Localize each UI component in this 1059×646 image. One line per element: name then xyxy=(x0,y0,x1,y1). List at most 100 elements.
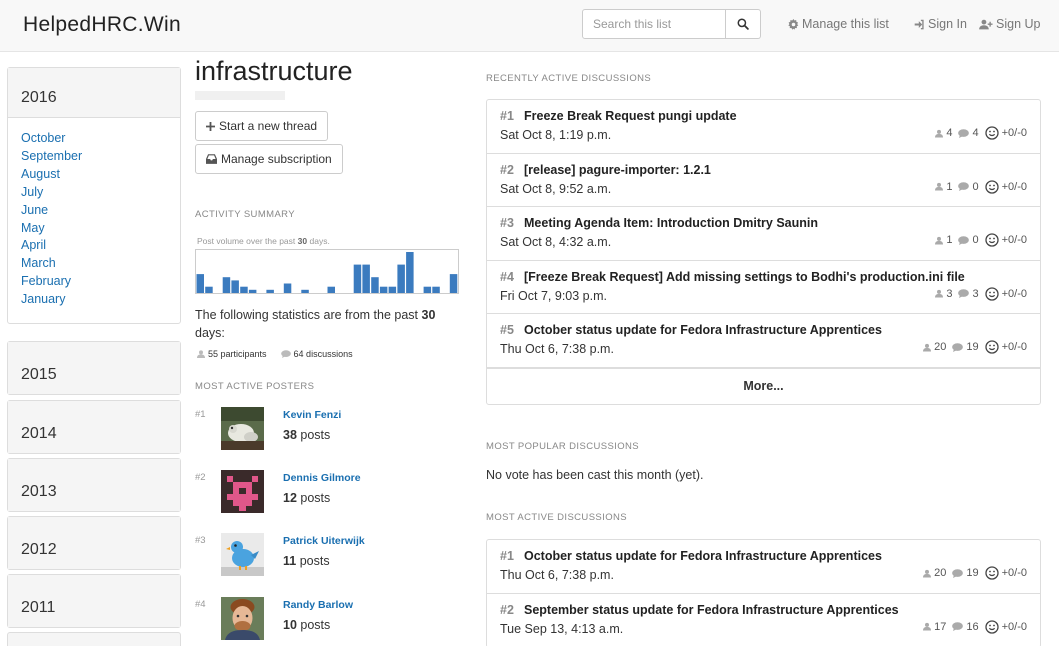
year-panel-closed[interactable]: 2011 xyxy=(7,574,181,628)
thread-subject[interactable]: Meeting Agenda Item: Introduction Dmitry… xyxy=(524,216,818,230)
month-link[interactable]: July xyxy=(21,184,167,202)
poster-name[interactable]: Patrick Uiterwijk xyxy=(283,535,365,547)
thread-stats: 20 19 +0/-0 xyxy=(923,566,1027,580)
poster-rank: #1 xyxy=(195,409,206,420)
start-thread-button[interactable]: Start a new thread xyxy=(195,111,329,141)
more-threads-button[interactable]: More... xyxy=(487,367,1040,404)
smile-icon xyxy=(984,179,999,194)
search-icon xyxy=(737,18,749,30)
month-link[interactable]: February xyxy=(21,273,167,291)
month-link[interactable]: May xyxy=(21,220,167,238)
year-panel-closed[interactable]: 2012 xyxy=(7,516,181,570)
brand-logo[interactable]: HelpedHRC.Win xyxy=(23,13,181,37)
month-link[interactable]: June xyxy=(21,202,167,220)
thread-date: Sat Oct 8, 9:52 a.m. xyxy=(500,181,612,196)
thread-rank: #2 xyxy=(500,162,514,177)
thread-row[interactable]: #1 October status update for Fedora Infr… xyxy=(487,540,1040,594)
vote-count: +0/-0 xyxy=(1001,180,1027,193)
chart-caption: Post volume over the past 30 days. xyxy=(197,236,330,246)
no-vote-message: No vote has been cast this month (yet). xyxy=(486,468,704,482)
thread-date: Thu Oct 6, 7:38 p.m. xyxy=(500,568,614,582)
post-count: 38 xyxy=(283,428,297,442)
vote-count: +0/-0 xyxy=(1001,620,1027,633)
search-input[interactable] xyxy=(582,9,726,39)
vote-count: +0/-0 xyxy=(1001,341,1027,354)
year-label: 2011 xyxy=(21,599,56,616)
avatar xyxy=(221,533,264,576)
thread-subject[interactable]: [release] pagure-importer: 1.2.1 xyxy=(524,163,711,177)
thread-row[interactable]: #1 Freeze Break Request pungi update Sat… xyxy=(487,100,1040,154)
month-list: October September August July June May A… xyxy=(8,118,180,323)
gear-icon xyxy=(788,18,799,30)
replies-count: 0 xyxy=(972,180,979,193)
year-panel-closed[interactable]: 2013 xyxy=(7,458,181,512)
replies-count: 4 xyxy=(972,127,979,139)
search-form xyxy=(582,9,761,39)
post-count: 12 xyxy=(283,491,297,505)
comment-icon xyxy=(958,182,970,192)
thread-row[interactable]: #2 [release] pagure-importer: 1.2.1 Sat … xyxy=(487,154,1040,208)
year-heading[interactable]: 2016 xyxy=(8,68,180,118)
manage-subscription-button[interactable]: Manage subscription xyxy=(195,144,343,174)
poster-name[interactable]: Kevin Fenzi xyxy=(283,409,341,421)
poster-name[interactable]: Randy Barlow xyxy=(283,599,353,611)
month-link[interactable]: March xyxy=(21,255,167,273)
user-icon xyxy=(923,343,932,352)
thread-stats: 20 19 +0/-0 xyxy=(923,340,1027,355)
thread-row[interactable]: #4 [Freeze Break Request] Add missing se… xyxy=(487,261,1040,315)
year-panel-closed[interactable]: 2014 xyxy=(7,400,181,454)
thread-rank: #1 xyxy=(500,549,514,563)
plus-icon xyxy=(206,121,215,131)
thread-date: Fri Oct 7, 9:03 p.m. xyxy=(500,288,607,303)
thread-subject[interactable]: October status update for Fedora Infrast… xyxy=(524,549,882,563)
smile-icon xyxy=(984,233,999,247)
thread-subject[interactable]: [Freeze Break Request] Add missing setti… xyxy=(524,270,965,284)
month-link[interactable]: April xyxy=(21,237,167,255)
year-label: 2016 xyxy=(21,89,57,106)
volume-bar xyxy=(196,274,204,293)
participants-count: 1 xyxy=(946,180,953,193)
poster-row: #2 Dennis Gilmore 12 posts xyxy=(195,470,455,514)
thread-date: Sat Oct 8, 4:32 a.m. xyxy=(500,235,612,250)
comment-icon xyxy=(952,343,964,352)
volume-bar xyxy=(327,286,335,293)
title-underline xyxy=(195,91,285,100)
thread-date: Thu Oct 6, 7:38 p.m. xyxy=(500,342,614,357)
user-icon xyxy=(935,290,944,298)
most-active-posters-heading: Most active posters xyxy=(195,381,315,392)
thread-subject[interactable]: Freeze Break Request pungi update xyxy=(524,109,737,123)
month-link[interactable]: January xyxy=(21,291,167,309)
thread-date: Sat Oct 8, 1:19 p.m. xyxy=(500,128,612,142)
participants-count: 4 xyxy=(946,127,953,139)
month-link[interactable]: October xyxy=(21,130,167,148)
participants-count: 55 participants xyxy=(208,349,267,359)
search-button[interactable] xyxy=(726,9,761,39)
thread-rank: #2 xyxy=(500,602,514,617)
month-link[interactable]: August xyxy=(21,166,167,184)
month-link[interactable]: September xyxy=(21,148,167,166)
volume-bar xyxy=(205,286,213,293)
volume-bar xyxy=(379,286,388,293)
manage-list-link[interactable]: Manage this list xyxy=(788,17,889,31)
poster-name[interactable]: Dennis Gilmore xyxy=(283,472,361,484)
sign-in-link[interactable]: Sign In xyxy=(914,17,967,31)
page-title: infrastructure xyxy=(195,56,353,86)
replies-count: 19 xyxy=(966,567,979,579)
stats-days: 30 xyxy=(421,308,436,322)
volume-bar xyxy=(231,280,239,293)
thread-subject[interactable]: October status update for Fedora Infrast… xyxy=(524,323,882,337)
thread-row[interactable]: #5 October status update for Fedora Infr… xyxy=(487,314,1040,368)
year-panel-closed[interactable]: 2015 xyxy=(7,341,181,395)
volume-bar xyxy=(397,264,405,293)
year-label: 2012 xyxy=(21,541,57,558)
thread-row[interactable]: #3 Meeting Agenda Item: Introduction Dmi… xyxy=(487,207,1040,261)
vote-count: +0/-0 xyxy=(1001,234,1027,247)
thread-stats: 3 3 +0/-0 xyxy=(935,287,1027,301)
poster-post-count: 12 posts xyxy=(283,491,330,505)
thread-row[interactable]: #2 September status update for Fedora In… xyxy=(487,594,1040,646)
poster-rank: #2 xyxy=(195,472,206,483)
sign-in-icon xyxy=(914,19,924,29)
thread-subject[interactable]: September status update for Fedora Infra… xyxy=(524,603,899,617)
year-panel-closed-partial[interactable] xyxy=(7,632,181,646)
sign-up-link[interactable]: Sign Up xyxy=(979,17,1040,31)
